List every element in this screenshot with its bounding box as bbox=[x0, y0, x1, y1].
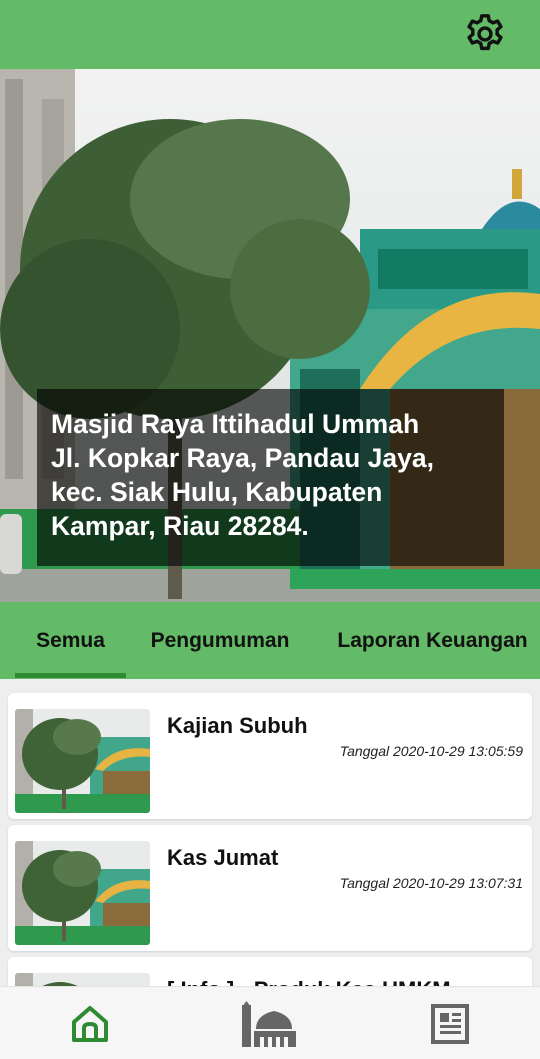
post-thumbnail bbox=[15, 841, 150, 945]
caption-line-3: kec. Siak Hulu, Kabupaten bbox=[51, 477, 383, 507]
nav-home-button[interactable] bbox=[0, 987, 180, 1059]
mosque-hero-image: Masjid Raya Ittihadul Ummah Jl. Kopkar R… bbox=[0, 69, 540, 602]
settings-button[interactable] bbox=[460, 9, 510, 59]
bottom-navigation bbox=[0, 986, 540, 1059]
gear-icon bbox=[467, 14, 503, 51]
post-thumbnail bbox=[15, 973, 150, 986]
caption-line-1: Masjid Raya Ittihadul Ummah bbox=[51, 409, 420, 439]
category-tabs: Semua Pengumuman Laporan Keuangan bbox=[0, 602, 540, 679]
post-title: Kajian Subuh bbox=[167, 713, 308, 738]
post-date: Tanggal 2020-10-29 13:05:59 bbox=[339, 743, 523, 759]
post-card[interactable]: Kajian Subuh Tanggal 2020-10-29 13:05:59 bbox=[8, 693, 532, 819]
app-bar bbox=[0, 0, 540, 69]
tab-semua[interactable]: Semua bbox=[15, 602, 126, 679]
nav-news-button[interactable] bbox=[360, 987, 540, 1059]
post-title: Kas Jumat bbox=[167, 845, 279, 870]
nav-mosque-button[interactable] bbox=[180, 987, 360, 1059]
post-list[interactable]: Kajian Subuh Tanggal 2020-10-29 13:05:59… bbox=[0, 679, 540, 986]
post-title: [ Info ] - Produk Kas UMKM bbox=[167, 977, 451, 986]
post-date: Tanggal 2020-10-29 13:07:31 bbox=[339, 875, 523, 891]
selected-tab-indicator bbox=[15, 673, 126, 678]
caption-line-4: Kampar, Riau 28284. bbox=[51, 511, 309, 541]
post-thumbnail bbox=[15, 709, 150, 813]
post-card[interactable]: [ Info ] - Produk Kas UMKM bbox=[8, 957, 532, 986]
mosque-icon bbox=[242, 1000, 296, 1047]
post-card[interactable]: Kas Jumat Tanggal 2020-10-29 13:07:31 bbox=[8, 825, 532, 951]
tab-laporan-keuangan[interactable]: Laporan Keuangan bbox=[320, 602, 540, 679]
mosque-info-caption: Masjid Raya Ittihadul Ummah Jl. Kopkar R… bbox=[37, 389, 504, 566]
tab-pengumuman[interactable]: Pengumuman bbox=[131, 602, 309, 679]
home-icon bbox=[72, 1005, 108, 1042]
newspaper-icon bbox=[431, 1003, 469, 1044]
caption-line-2: Jl. Kopkar Raya, Pandau Jaya, bbox=[51, 443, 434, 473]
